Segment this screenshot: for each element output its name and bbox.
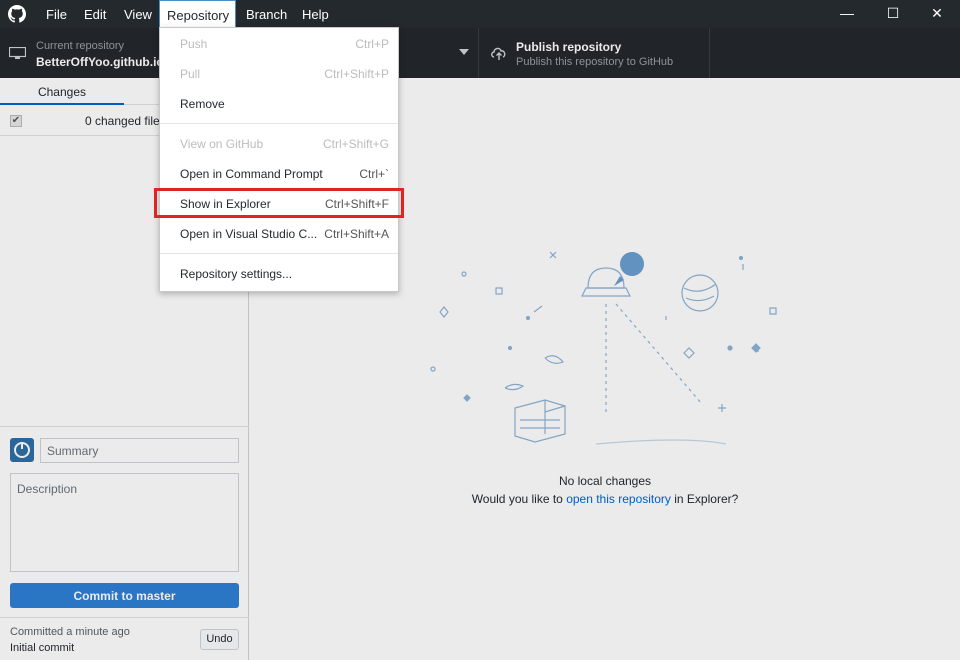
- menu-item-repository-settings[interactable]: Repository settings...: [160, 258, 398, 288]
- show-in-explorer-highlight-box: [154, 188, 404, 218]
- menu-item-shortcut: Ctrl+`: [359, 167, 389, 181]
- menu-item-label: Push: [180, 37, 208, 51]
- menu-help-label: Help: [302, 7, 329, 22]
- menu-item-shortcut: Ctrl+Shift+G: [322, 137, 389, 151]
- minimize-button[interactable]: —: [824, 0, 870, 28]
- menu-edit-label: Edit: [84, 7, 107, 22]
- menu-item-remove[interactable]: Remove: [160, 88, 398, 118]
- menu-item-open-visual-studio-code[interactable]: Open in Visual Studio C... Ctrl+Shift+A: [160, 218, 398, 248]
- repository-menu-dropdown: Push Ctrl+P Pull Ctrl+Shift+P Remove Vie…: [159, 27, 399, 292]
- menu-branch[interactable]: Branch: [239, 0, 294, 28]
- title-bar: File Edit View Repository Branch Help — …: [0, 0, 960, 28]
- menu-item-label: Open in Visual Studio C...: [180, 227, 318, 241]
- menu-separator: [160, 123, 398, 124]
- menu-item-shortcut: Ctrl+P: [355, 37, 389, 51]
- github-logo-icon: [8, 5, 26, 23]
- menu-item-shortcut: Ctrl+Shift+P: [324, 67, 389, 81]
- menu-view[interactable]: View: [117, 0, 159, 28]
- menu-help[interactable]: Help: [295, 0, 336, 28]
- close-button[interactable]: ✕: [914, 0, 960, 28]
- menu-item-label: Remove: [180, 97, 225, 111]
- menu-item-label: Pull: [180, 67, 201, 81]
- maximize-button[interactable]: ☐: [870, 0, 916, 28]
- menu-item-pull[interactable]: Pull Ctrl+Shift+P: [160, 58, 398, 88]
- menu-item-label: View on GitHub: [180, 137, 264, 151]
- menu-item-shortcut: Ctrl+Shift+A: [324, 227, 389, 241]
- menu-edit[interactable]: Edit: [77, 0, 113, 28]
- menu-item-view-on-github[interactable]: View on GitHub Ctrl+Shift+G: [160, 128, 398, 158]
- menu-backdrop[interactable]: [0, 28, 960, 660]
- menu-item-label: Open in Command Prompt: [180, 167, 323, 181]
- menu-separator: [160, 253, 398, 254]
- menu-branch-label: Branch: [246, 7, 288, 22]
- menu-item-label: Repository settings...: [180, 267, 293, 281]
- menu-repository[interactable]: Repository: [159, 0, 236, 28]
- menu-item-push[interactable]: Push Ctrl+P: [160, 28, 398, 58]
- menu-view-label: View: [124, 7, 152, 22]
- menu-repository-label: Repository: [167, 8, 230, 23]
- menu-file-label: File: [46, 7, 67, 22]
- menu-file[interactable]: File: [39, 0, 74, 28]
- menu-item-open-command-prompt[interactable]: Open in Command Prompt Ctrl+`: [160, 158, 398, 188]
